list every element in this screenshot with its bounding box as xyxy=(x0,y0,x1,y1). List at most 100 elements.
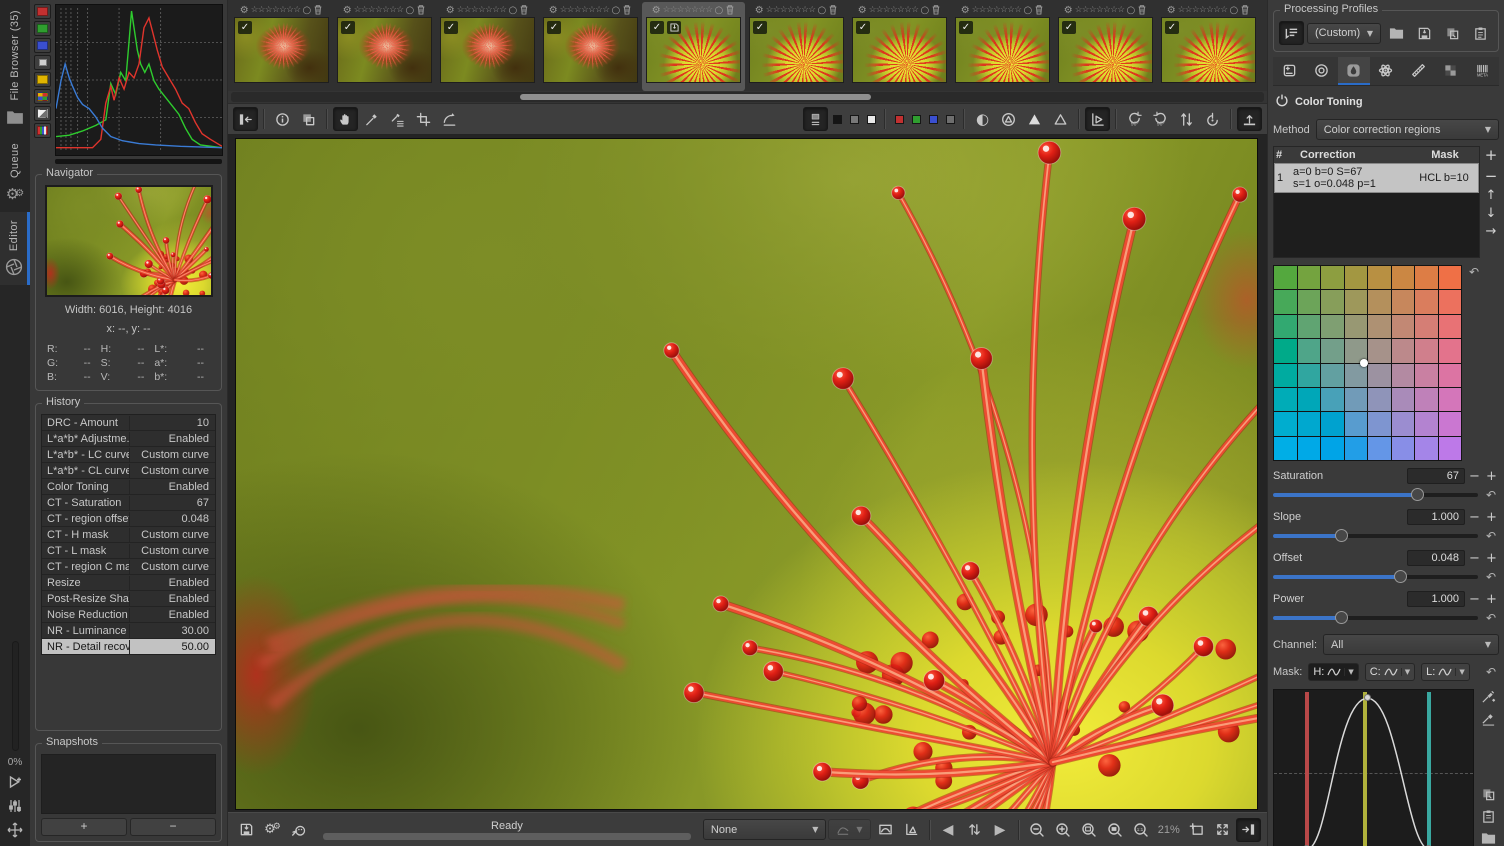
trash-icon[interactable] xyxy=(519,4,529,17)
reset-slider-icon[interactable]: ↶ xyxy=(1483,611,1499,625)
rank-stars[interactable]: ☆☆☆☆☆☆☆ xyxy=(457,5,507,15)
history-item[interactable]: CT - region C maskCustom curve xyxy=(42,559,215,574)
ab-grid-cell[interactable] xyxy=(1321,412,1344,435)
channel-gray-icon[interactable] xyxy=(942,110,958,128)
hand-tool-icon[interactable] xyxy=(333,107,358,131)
thumbnail-image[interactable]: ✓ xyxy=(749,17,844,83)
ab-grid-cell[interactable] xyxy=(1415,364,1438,387)
filmstrip-thumbnail[interactable]: ⚙ ☆☆☆☆☆☆☆ ○ ✓ xyxy=(230,2,333,91)
move-tool-icon[interactable] xyxy=(5,820,25,840)
red-channel-button[interactable] xyxy=(34,4,51,19)
tab-exposure[interactable] xyxy=(1273,57,1305,85)
paste-profile-button[interactable] xyxy=(1468,21,1493,45)
ab-grid-cell[interactable] xyxy=(1439,412,1462,435)
slider-knob[interactable] xyxy=(1335,611,1348,624)
add-region-icon[interactable]: + xyxy=(1485,146,1498,164)
ab-grid-cell[interactable] xyxy=(1274,412,1297,435)
filmstrip-thumbnail[interactable]: ⚙ ☆☆☆☆☆☆☆ ○ ✓ xyxy=(745,2,848,91)
gamut-check-icon[interactable] xyxy=(899,818,924,842)
trash-icon[interactable] xyxy=(313,4,323,17)
bg-black-icon[interactable] xyxy=(829,110,845,128)
thumbnail-image[interactable]: ✓ xyxy=(1161,17,1256,83)
hue-mask-curve-editor[interactable] xyxy=(1273,689,1474,846)
monitor-profile-dropdown[interactable]: None ▼ xyxy=(703,819,826,840)
thumbnail-image[interactable]: ✓ xyxy=(955,17,1050,83)
reset-slider-icon[interactable]: ↶ xyxy=(1483,570,1499,584)
zoom-fit-crop-icon[interactable] xyxy=(1103,818,1128,842)
mask-button-l[interactable]: L:▼ xyxy=(1421,663,1470,681)
info-icon[interactable] xyxy=(270,107,295,131)
rank-stars[interactable]: ☆☆☆☆☆☆☆ xyxy=(972,5,1022,15)
history-item[interactable]: NR - Luminance30.00 xyxy=(42,623,215,638)
ab-grid-cell[interactable] xyxy=(1274,339,1297,362)
ab-grid-cell[interactable] xyxy=(1298,364,1321,387)
ab-grid-cell[interactable] xyxy=(1368,412,1391,435)
ab-grid-cell[interactable] xyxy=(1415,266,1438,289)
ab-grid-cell[interactable] xyxy=(1392,437,1415,460)
ab-grid-cell[interactable] xyxy=(1392,412,1415,435)
history-item[interactable]: CT - H maskCustom curve xyxy=(42,527,215,542)
color-label-icon[interactable]: ○ xyxy=(406,5,415,16)
filmstrip-scroll-thumb[interactable] xyxy=(520,94,871,100)
green-channel-button[interactable] xyxy=(34,21,51,36)
profile-applied-icon[interactable]: ⚙ xyxy=(652,5,661,16)
profile-applied-icon[interactable]: ⚙ xyxy=(1064,5,1073,16)
slider-value-slope[interactable]: 1.000 xyxy=(1407,509,1465,525)
color-label-icon[interactable]: ○ xyxy=(303,5,312,16)
thumbnail-image[interactable]: ✓ xyxy=(234,17,329,83)
soft-proofing-icon[interactable] xyxy=(873,818,898,842)
ab-grid-cell[interactable] xyxy=(1415,315,1438,338)
channel-green-icon[interactable] xyxy=(908,110,924,128)
ab-grid-cell[interactable] xyxy=(1298,290,1321,313)
ab-grid-cell[interactable] xyxy=(1368,266,1391,289)
thumbnail-image[interactable]: ✓ xyxy=(646,17,741,83)
ab-grid-cell[interactable] xyxy=(1345,388,1368,411)
ab-grid-cell[interactable] xyxy=(1321,437,1344,460)
trash-icon[interactable] xyxy=(1240,4,1250,17)
ab-grid-cell[interactable] xyxy=(1298,388,1321,411)
load-profile-button[interactable] xyxy=(1384,21,1409,45)
trash-icon[interactable] xyxy=(416,4,426,17)
snapshots-list[interactable] xyxy=(41,754,216,814)
color-label-icon[interactable]: ○ xyxy=(921,5,930,16)
ab-grid-cell[interactable] xyxy=(1345,412,1368,435)
paste-curve-icon[interactable] xyxy=(1481,809,1496,827)
ab-grid-cell[interactable] xyxy=(1321,339,1344,362)
profile-fill-mode-button[interactable] xyxy=(1279,21,1304,45)
ab-grid-cell[interactable] xyxy=(1439,315,1462,338)
history-item[interactable]: Color ToningEnabled xyxy=(42,479,215,494)
ab-grid-cell[interactable] xyxy=(1321,290,1344,313)
ab-grid-cell[interactable] xyxy=(1392,364,1415,387)
bg-white-icon[interactable] xyxy=(863,110,879,128)
ab-grid-cell[interactable] xyxy=(1368,315,1391,338)
history-item[interactable]: CT - L maskCustom curve xyxy=(42,543,215,558)
ab-grid-cell[interactable] xyxy=(1392,266,1415,289)
bg-theme-button-icon[interactable] xyxy=(803,107,828,131)
method-dropdown[interactable]: Color correction regions ▼ xyxy=(1316,119,1499,140)
rank-stars[interactable]: ☆☆☆☆☆☆☆ xyxy=(766,5,816,15)
ab-grid-cell[interactable] xyxy=(1439,339,1462,362)
ab-grid-cell[interactable] xyxy=(1298,339,1321,362)
highlight-clipping-icon[interactable] xyxy=(1048,107,1073,131)
zoom-in-icon[interactable] xyxy=(1051,818,1076,842)
ab-grid-cell[interactable] xyxy=(1392,388,1415,411)
slider-value-saturation[interactable]: 67 xyxy=(1407,468,1465,484)
decrement-button[interactable]: − xyxy=(1467,551,1482,566)
luminosity-preview-icon[interactable]: ◐ xyxy=(970,107,995,131)
remove-region-icon[interactable]: − xyxy=(1485,167,1498,185)
picker-settings-icon[interactable] xyxy=(385,107,410,131)
color-label-icon[interactable]: ○ xyxy=(1127,5,1136,16)
main-photo[interactable] xyxy=(235,138,1258,810)
ab-grid-cell[interactable] xyxy=(1368,339,1391,362)
filmstrip-thumbnail[interactable]: ⚙ ☆☆☆☆☆☆☆ ○ ✓ xyxy=(539,2,642,91)
tab-queue[interactable]: Queue ⚙⚙ xyxy=(0,135,30,212)
ab-grid-cell[interactable] xyxy=(1274,364,1297,387)
rank-stars[interactable]: ☆☆☆☆☆☆☆ xyxy=(869,5,919,15)
thumb-size-icon[interactable] xyxy=(962,818,987,842)
thumbnail-image[interactable]: ✓ xyxy=(852,17,947,83)
curve-control-point[interactable] xyxy=(1364,694,1371,701)
slider-value-power[interactable]: 1.000 xyxy=(1407,591,1465,607)
ab-grid-cell[interactable] xyxy=(1274,315,1297,338)
zoom-fit-icon[interactable] xyxy=(1077,818,1102,842)
chromaticity-button[interactable] xyxy=(34,72,51,87)
